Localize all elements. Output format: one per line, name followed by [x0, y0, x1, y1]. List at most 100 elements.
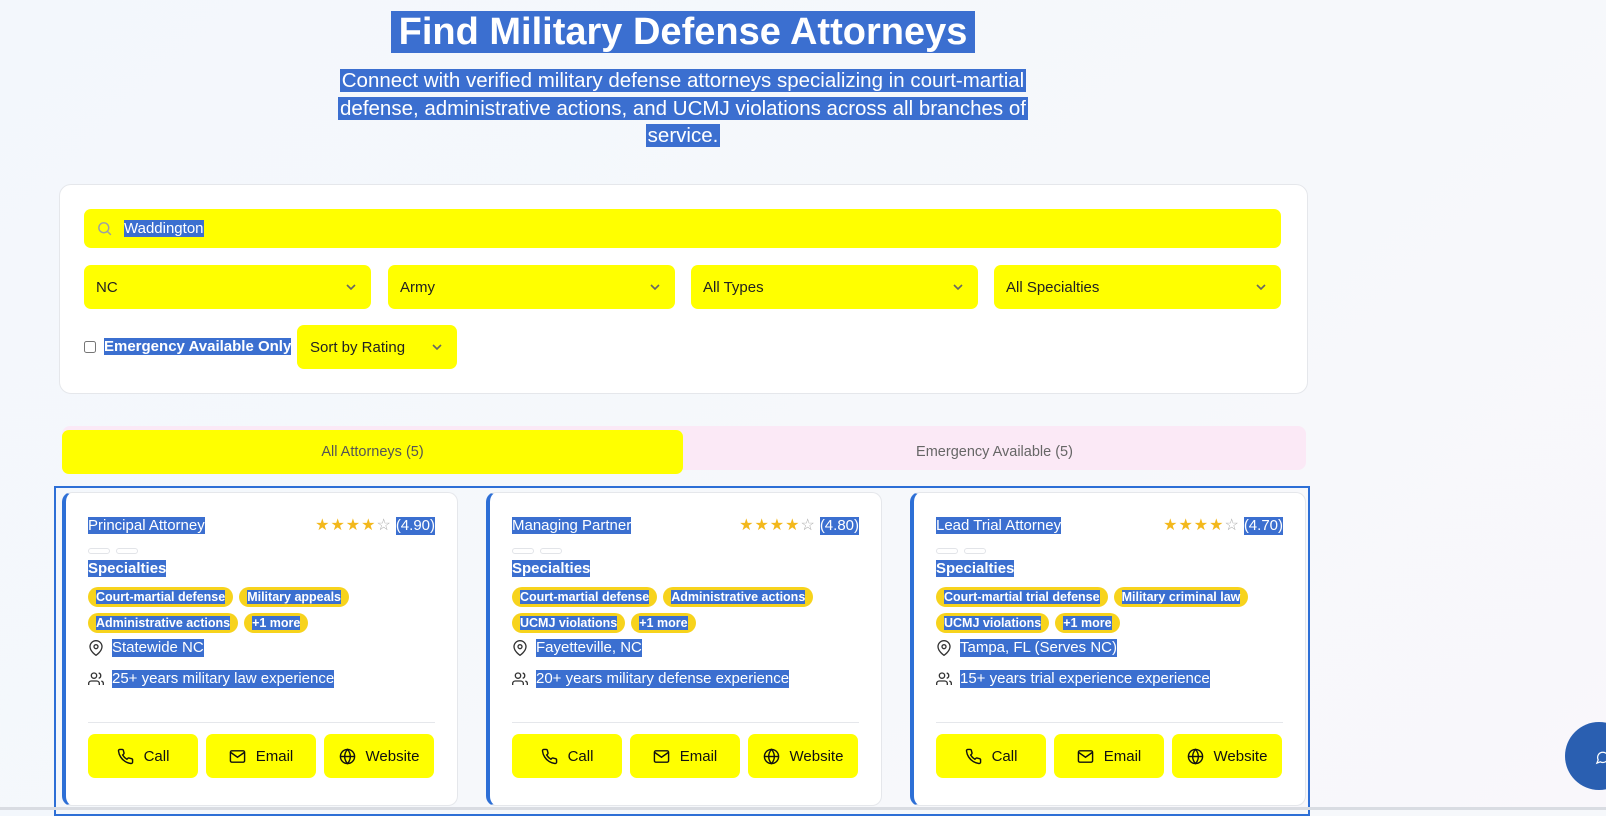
- email-button[interactable]: Email: [630, 734, 740, 778]
- specialty-chip: Administrative actions: [663, 587, 814, 607]
- users-icon: [512, 672, 528, 685]
- phone-icon: [117, 748, 133, 764]
- chat-button[interactable]: [1565, 722, 1606, 790]
- specialty-chip: UCMJ violations: [512, 613, 626, 633]
- search-icon: [98, 222, 112, 236]
- search-input[interactable]: Waddington: [84, 209, 1281, 248]
- specialty-chip: +1 more: [244, 613, 309, 633]
- map-pin-icon: [89, 640, 103, 656]
- placeholder-badge: [512, 548, 534, 554]
- specialty-chip: Court-martial defense: [512, 587, 658, 607]
- star-filled-icon: ★: [1209, 517, 1225, 534]
- subtitle-line-3: service.: [645, 124, 721, 147]
- star-filled-icon: ★: [315, 517, 331, 534]
- specialty-chip-label: UCMJ violations: [520, 616, 618, 630]
- star-empty-icon: ☆: [800, 517, 816, 534]
- star-filled-icon: ★: [739, 517, 755, 534]
- specialties-heading-text: Specialties: [936, 560, 1015, 577]
- call-button-label: Call: [567, 747, 594, 765]
- rating-value: (4.70): [1243, 517, 1283, 535]
- location-row: Statewide NC: [88, 639, 204, 657]
- sort-select-value: Sort by Rating: [310, 339, 406, 356]
- placeholder-badge: [116, 548, 138, 554]
- attorney-title-text: Principal Attorney: [88, 517, 205, 534]
- website-button[interactable]: Website: [748, 734, 858, 778]
- chevron-down-icon: [1256, 284, 1266, 291]
- users-icon: [88, 672, 104, 685]
- tab-emergency-available[interactable]: Emergency Available (5): [683, 430, 1306, 474]
- experience-text: 25+ years military law experience: [112, 670, 335, 688]
- specialty-chip: Court-martial defense: [88, 587, 234, 607]
- attorney-title-text: Managing Partner: [512, 517, 632, 534]
- emergency-only-checkbox[interactable]: [84, 341, 96, 353]
- experience-text: 15+ years trial experience experience: [960, 670, 1210, 688]
- mail-icon: [653, 749, 670, 763]
- page-subtitle: Connect with verified military defense a…: [308, 67, 1058, 150]
- experience-row: 20+ years military defense experience: [512, 670, 790, 688]
- email-button[interactable]: Email: [1054, 734, 1164, 778]
- type-select[interactable]: All Types: [691, 265, 978, 309]
- email-button[interactable]: Email: [206, 734, 316, 778]
- page-title: Find Military Defense Attorneys: [0, 10, 1366, 54]
- state-select-value: NC: [96, 279, 118, 296]
- attorney-title-text: Lead Trial Attorney: [936, 517, 1062, 534]
- website-button[interactable]: Website: [324, 734, 434, 778]
- specialty-chip-label: UCMJ violations: [944, 616, 1042, 630]
- specialty-chip: Military appeals: [239, 587, 349, 607]
- placeholder-badge: [964, 548, 986, 554]
- star-filled-icon: ★: [361, 517, 377, 534]
- specialty-chip-label: Military criminal law: [1121, 590, 1241, 604]
- emergency-only-label[interactable]: Emergency Available Only: [104, 338, 292, 355]
- specialty-chip: UCMJ violations: [936, 613, 1050, 633]
- page-title-text: Find Military Defense Attorneys: [390, 11, 976, 53]
- website-button-label: Website: [789, 747, 844, 765]
- call-button[interactable]: Call: [88, 734, 198, 778]
- branch-select-value: Army: [400, 279, 435, 296]
- location-row: Tampa, FL (Serves NC): [936, 639, 1117, 657]
- branch-select[interactable]: Army: [388, 265, 675, 309]
- specialties-heading: Specialties: [512, 560, 591, 577]
- tab-all-attorneys[interactable]: All Attorneys (5): [62, 430, 683, 474]
- phone-icon: [965, 748, 981, 764]
- star-filled-icon: ★: [1193, 517, 1210, 534]
- card-divider: [88, 722, 435, 723]
- specialty-chip-label: Court-martial defense: [520, 590, 650, 604]
- specialties-heading: Specialties: [936, 560, 1015, 577]
- star-filled-icon: ★: [785, 517, 801, 534]
- call-button-label: Call: [143, 747, 170, 765]
- chevron-down-icon: [650, 284, 660, 291]
- star-filled-icon: ★: [330, 517, 346, 534]
- placeholder-badges: [936, 541, 992, 559]
- specialty-chip-label: Administrative actions: [671, 590, 806, 604]
- sort-select[interactable]: Sort by Rating: [297, 325, 457, 369]
- search-value: Waddington: [124, 220, 204, 237]
- specialty-select[interactable]: All Specialties: [994, 265, 1281, 309]
- star-filled-icon: ★: [1163, 517, 1179, 534]
- specialties-heading-text: Specialties: [88, 560, 167, 577]
- call-button[interactable]: Call: [512, 734, 622, 778]
- attorney-title: Principal Attorney: [88, 517, 205, 535]
- call-button-label: Call: [991, 747, 1018, 765]
- location-text: Statewide NC: [112, 639, 204, 657]
- card-divider: [512, 722, 859, 723]
- specialty-chip-label: Administrative actions: [96, 616, 231, 630]
- location-row: Fayetteville, NC: [512, 639, 642, 657]
- subtitle-line-1: Connect with verified military defense a…: [339, 69, 1027, 92]
- placeholder-badge: [936, 548, 958, 554]
- specialty-chip: Military criminal law: [1113, 587, 1249, 607]
- call-button[interactable]: Call: [936, 734, 1046, 778]
- website-button-label: Website: [365, 747, 420, 765]
- website-button[interactable]: Website: [1172, 734, 1282, 778]
- specialties-heading: Specialties: [88, 560, 167, 577]
- specialty-chip-label: +1 more: [639, 616, 688, 630]
- star-filled-icon: ★: [769, 517, 786, 534]
- specialty-chip: +1 more: [631, 613, 696, 633]
- email-button-label: Email: [255, 747, 294, 765]
- globe-icon: [339, 747, 355, 765]
- star-filled-icon: ★: [345, 517, 362, 534]
- email-button-label: Email: [1103, 747, 1142, 765]
- state-select[interactable]: NC: [84, 265, 371, 309]
- specialty-chips: Court-martial defense Military appeals Adm…: [88, 587, 428, 639]
- rating-value: (4.90): [395, 517, 435, 535]
- location-text: Tampa, FL (Serves NC): [960, 639, 1117, 657]
